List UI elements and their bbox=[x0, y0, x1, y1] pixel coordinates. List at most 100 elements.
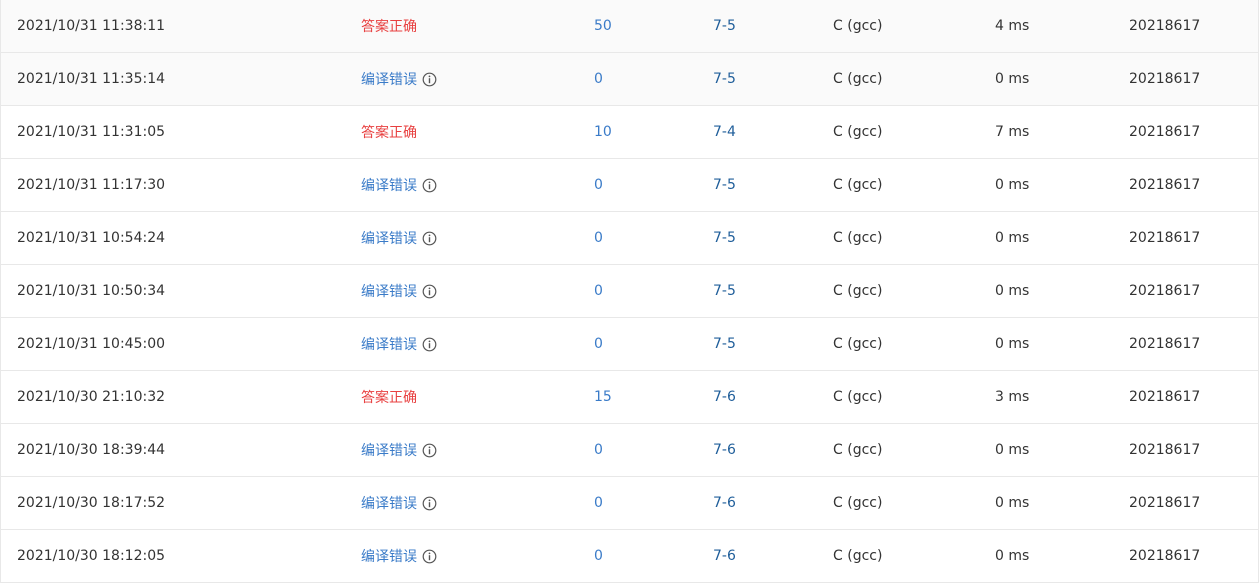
time-cost: 0 ms bbox=[995, 495, 1030, 511]
table-row: 2021/10/30 18:39:44 编译错误 0 7-6 C (gcc) 0… bbox=[1, 424, 1258, 477]
score-cell: 0 bbox=[594, 424, 603, 476]
problem-cell: 7-5 bbox=[713, 0, 736, 52]
submission-time: 2021/10/30 18:17:52 bbox=[17, 495, 166, 511]
info-circle-icon[interactable] bbox=[422, 337, 437, 352]
status-link[interactable]: 编译错误 bbox=[361, 175, 417, 195]
score-cell: 0 bbox=[594, 159, 603, 211]
user-id: 20218617 bbox=[1129, 124, 1201, 140]
time-cost: 3 ms bbox=[995, 389, 1030, 405]
score-link[interactable]: 0 bbox=[594, 495, 603, 511]
score-link[interactable]: 0 bbox=[594, 442, 603, 458]
score-cell: 0 bbox=[594, 477, 603, 529]
user-id: 20218617 bbox=[1129, 283, 1201, 299]
problem-cell: 7-4 bbox=[713, 106, 736, 158]
status-link[interactable]: 编译错误 bbox=[361, 334, 417, 354]
score-link[interactable]: 0 bbox=[594, 71, 603, 87]
score-cell: 0 bbox=[594, 318, 603, 370]
status-cell: 答案正确 bbox=[361, 371, 417, 423]
status-cell: 编译错误 bbox=[361, 318, 437, 370]
score-link[interactable]: 0 bbox=[594, 283, 603, 299]
status-link[interactable]: 编译错误 bbox=[361, 546, 417, 566]
problem-cell: 7-6 bbox=[713, 424, 736, 476]
problem-link[interactable]: 7-5 bbox=[713, 177, 736, 193]
table-row: 2021/10/31 11:38:11 答案正确 50 7-5 C (gcc) … bbox=[1, 0, 1258, 53]
status-link[interactable]: 答案正确 bbox=[361, 122, 417, 142]
table-row: 2021/10/30 18:17:52 编译错误 0 7-6 C (gcc) 0… bbox=[1, 477, 1258, 530]
score-link[interactable]: 0 bbox=[594, 177, 603, 193]
problem-link[interactable]: 7-4 bbox=[713, 124, 736, 140]
status-cell: 编译错误 bbox=[361, 212, 437, 264]
table-row: 2021/10/30 18:12:05 编译错误 0 7-6 C (gcc) 0… bbox=[1, 530, 1258, 583]
info-circle-icon[interactable] bbox=[422, 72, 437, 87]
user-id: 20218617 bbox=[1129, 548, 1201, 564]
problem-cell: 7-5 bbox=[713, 318, 736, 370]
problem-cell: 7-6 bbox=[713, 371, 736, 423]
info-circle-icon[interactable] bbox=[422, 496, 437, 511]
score-link[interactable]: 15 bbox=[594, 389, 612, 405]
problem-cell: 7-5 bbox=[713, 53, 736, 105]
time-cost: 0 ms bbox=[995, 177, 1030, 193]
compiler-language: C (gcc) bbox=[833, 442, 883, 458]
status-link[interactable]: 编译错误 bbox=[361, 228, 417, 248]
info-circle-icon[interactable] bbox=[422, 549, 437, 564]
table-row: 2021/10/31 10:54:24 编译错误 0 7-5 C (gcc) 0… bbox=[1, 212, 1258, 265]
status-cell: 答案正确 bbox=[361, 0, 417, 52]
problem-link[interactable]: 7-6 bbox=[713, 495, 736, 511]
submission-time: 2021/10/31 10:50:34 bbox=[17, 283, 166, 299]
time-cost: 0 ms bbox=[995, 442, 1030, 458]
score-link[interactable]: 0 bbox=[594, 548, 603, 564]
score-link[interactable]: 10 bbox=[594, 124, 612, 140]
problem-link[interactable]: 7-6 bbox=[713, 548, 736, 564]
problem-link[interactable]: 7-5 bbox=[713, 230, 736, 246]
user-id: 20218617 bbox=[1129, 389, 1201, 405]
table-row: 2021/10/31 10:45:00 编译错误 0 7-5 C (gcc) 0… bbox=[1, 318, 1258, 371]
compiler-language: C (gcc) bbox=[833, 124, 883, 140]
info-circle-icon[interactable] bbox=[422, 284, 437, 299]
status-link[interactable]: 编译错误 bbox=[361, 69, 417, 89]
compiler-language: C (gcc) bbox=[833, 336, 883, 352]
table-row: 2021/10/31 10:50:34 编译错误 0 7-5 C (gcc) 0… bbox=[1, 265, 1258, 318]
time-cost: 0 ms bbox=[995, 230, 1030, 246]
score-link[interactable]: 0 bbox=[594, 230, 603, 246]
score-link[interactable]: 50 bbox=[594, 18, 612, 34]
info-circle-icon[interactable] bbox=[422, 178, 437, 193]
compiler-language: C (gcc) bbox=[833, 18, 883, 34]
score-cell: 15 bbox=[594, 371, 612, 423]
status-link[interactable]: 编译错误 bbox=[361, 281, 417, 301]
user-id: 20218617 bbox=[1129, 71, 1201, 87]
status-cell: 编译错误 bbox=[361, 265, 437, 317]
status-cell: 编译错误 bbox=[361, 159, 437, 211]
compiler-language: C (gcc) bbox=[833, 177, 883, 193]
table-row: 2021/10/31 11:31:05 答案正确 10 7-4 C (gcc) … bbox=[1, 106, 1258, 159]
status-link[interactable]: 答案正确 bbox=[361, 16, 417, 36]
compiler-language: C (gcc) bbox=[833, 230, 883, 246]
problem-link[interactable]: 7-5 bbox=[713, 336, 736, 352]
compiler-language: C (gcc) bbox=[833, 495, 883, 511]
score-link[interactable]: 0 bbox=[594, 336, 603, 352]
status-cell: 答案正确 bbox=[361, 106, 417, 158]
compiler-language: C (gcc) bbox=[833, 548, 883, 564]
problem-link[interactable]: 7-5 bbox=[713, 18, 736, 34]
submission-time: 2021/10/31 11:38:11 bbox=[17, 18, 166, 34]
user-id: 20218617 bbox=[1129, 230, 1201, 246]
time-cost: 0 ms bbox=[995, 336, 1030, 352]
time-cost: 0 ms bbox=[995, 283, 1030, 299]
problem-link[interactable]: 7-5 bbox=[713, 283, 736, 299]
problem-link[interactable]: 7-5 bbox=[713, 71, 736, 87]
submissions-table: 2021/10/31 11:38:11 答案正确 50 7-5 C (gcc) … bbox=[0, 0, 1259, 583]
table-row: 2021/10/31 11:17:30 编译错误 0 7-5 C (gcc) 0… bbox=[1, 159, 1258, 212]
problem-link[interactable]: 7-6 bbox=[713, 442, 736, 458]
status-link[interactable]: 答案正确 bbox=[361, 387, 417, 407]
status-link[interactable]: 编译错误 bbox=[361, 493, 417, 513]
submission-time: 2021/10/31 11:17:30 bbox=[17, 177, 166, 193]
status-link[interactable]: 编译错误 bbox=[361, 440, 417, 460]
time-cost: 4 ms bbox=[995, 18, 1030, 34]
compiler-language: C (gcc) bbox=[833, 389, 883, 405]
time-cost: 0 ms bbox=[995, 71, 1030, 87]
problem-cell: 7-5 bbox=[713, 265, 736, 317]
problem-link[interactable]: 7-6 bbox=[713, 389, 736, 405]
info-circle-icon[interactable] bbox=[422, 231, 437, 246]
time-cost: 7 ms bbox=[995, 124, 1030, 140]
table-row: 2021/10/31 11:35:14 编译错误 0 7-5 C (gcc) 0… bbox=[1, 53, 1258, 106]
info-circle-icon[interactable] bbox=[422, 443, 437, 458]
